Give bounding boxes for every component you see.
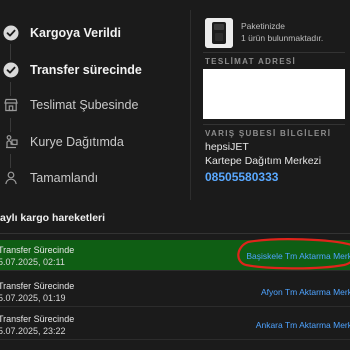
package-count-label: Paketinizde [241, 21, 285, 31]
step-tamamlandi: Tamamlandı [0, 166, 190, 190]
history-status: Transfer Sürecinde [0, 314, 75, 324]
divider [0, 233, 350, 234]
step-kurye-dagitimda: Kurye Dağıtımda [0, 130, 190, 154]
history-location-link[interactable]: Afyon Tm Aktarma Merk [261, 287, 350, 297]
product-thumbnail[interactable] [205, 18, 233, 48]
history-title: aylı kargo hareketleri [0, 212, 106, 224]
divider [203, 52, 345, 53]
annotation-circle [237, 238, 350, 270]
check-circle-icon [2, 61, 20, 79]
store-icon [2, 96, 20, 114]
step-label: Kurye Dağıtımda [30, 135, 124, 149]
package-count-text: 1 ürün bulunmaktadır. [241, 33, 324, 43]
branch-company: hepsiJET [205, 141, 249, 153]
branch-phone-link[interactable]: 08505580333 [205, 170, 278, 184]
branch-info-title: VARIŞ ŞUBESİ BİLGİLERİ [205, 129, 332, 138]
step-teslimat-subesinde: Teslimat Şubesinde [0, 93, 190, 117]
divider [203, 124, 345, 125]
history-date: 5.07.2025, 23:22 [0, 326, 66, 336]
step-label: Teslimat Şubesinde [30, 98, 139, 112]
history-date: 5.07.2025, 01:19 [0, 293, 66, 303]
history-status: Transfer Sürecinde [0, 281, 75, 291]
history-row: Transfer Sürecinde 5.07.2025, 23:22 Anka… [0, 309, 350, 340]
history-date: 5.07.2025, 02:11 [0, 257, 65, 267]
step-kargoya-verildi: Kargoya Verildi [0, 21, 190, 45]
step-label: Tamamlandı [30, 171, 99, 185]
history-status: Transfer Sürecinde [0, 245, 75, 255]
branch-center: Kartepe Dağıtım Merkezi [205, 155, 322, 167]
check-circle-icon [2, 24, 20, 42]
delivery-address-redacted [203, 69, 345, 119]
history-location-link[interactable]: Ankara Tm Aktarma Merk [256, 320, 350, 330]
courier-icon [2, 133, 20, 151]
step-label: Transfer sürecinde [30, 63, 142, 77]
history-row: Transfer Sürecinde 5.07.2025, 01:19 Afyo… [0, 276, 350, 307]
step-transfer-surecinde: Transfer sürecinde [0, 58, 190, 82]
step-label: Kargoya Verildi [30, 26, 122, 40]
column-divider [190, 10, 191, 200]
delivery-address-title: TESLİMAT ADRESİ [205, 57, 297, 66]
user-icon [2, 169, 20, 187]
